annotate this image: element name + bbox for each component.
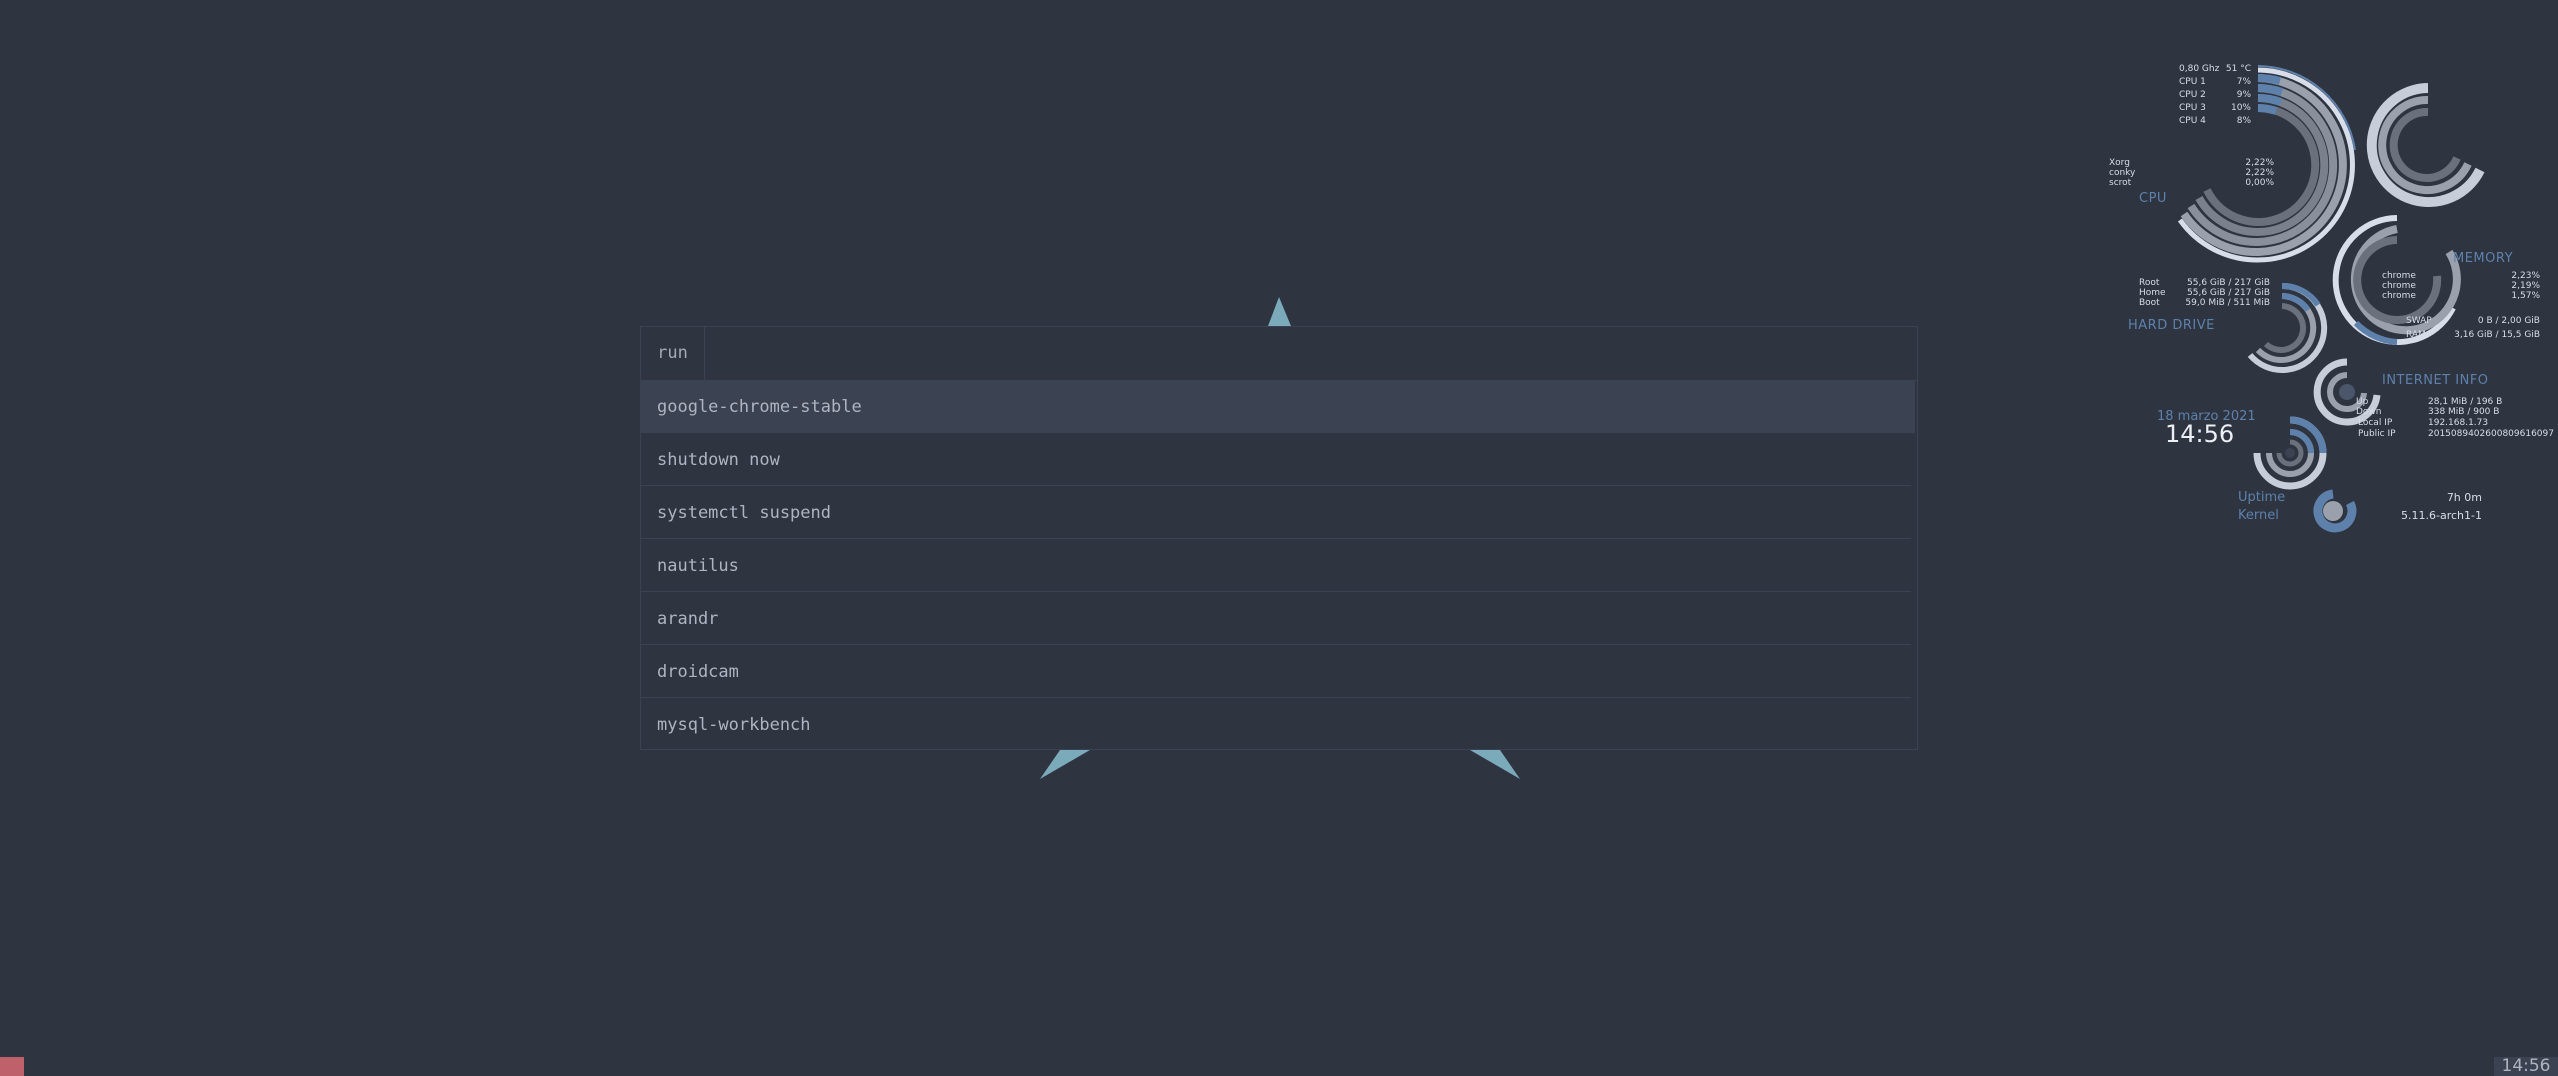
cpu-process-2-name: conky [2109, 168, 2136, 178]
disk-home-value: 55,6 GiB / 217 GiB [2187, 288, 2270, 298]
list-item-nautilus[interactable]: nautilus [641, 540, 1911, 592]
disk-boot-name: Boot [2139, 298, 2160, 308]
memory-process-1-value: 2,23% [2511, 271, 2540, 281]
list-item-mysql-workbench[interactable]: mysql-workbench [641, 699, 1911, 751]
rofi-launcher: run google-chrome-stable shutdown now sy… [640, 326, 1918, 750]
cpu-core-2-value: 9% [2236, 90, 2251, 100]
net-up-value: 28,1 MiB / 196 B [2428, 397, 2503, 407]
cpu-process-2-value: 2,22% [2245, 168, 2274, 178]
list-item-systemctl-suspend[interactable]: systemctl suspend [641, 487, 1911, 539]
cpu-process-1-value: 2,22% [2245, 158, 2274, 168]
uptime-value: 7h 0m [2446, 491, 2482, 504]
list-item-arandr[interactable]: arandr [641, 593, 1911, 645]
uptime-label: Uptime [2238, 490, 2286, 505]
memory-process-2-value: 2,19% [2511, 281, 2540, 291]
public-ip-label: Public IP [2358, 429, 2396, 439]
cpu-freq: 0,80 Ghz [2179, 64, 2220, 74]
workspace-indicator[interactable] [0, 1057, 24, 1076]
internet-heading: INTERNET INFO [2382, 373, 2489, 388]
memory-process-3-value: 1,57% [2511, 291, 2540, 301]
ram-label: RAM [2406, 330, 2426, 340]
cpu-core-4-label: CPU 4 [2179, 116, 2206, 126]
kernel-value: 5.11.6-arch1-1 [2401, 509, 2482, 522]
disk-boot-value: 59,0 MiB / 511 MiB [2185, 298, 2270, 308]
conky-rings [2177, 65, 2485, 533]
cpu-core-3-label: CPU 3 [2179, 103, 2206, 113]
logo-right-foot [1470, 750, 1520, 779]
disk-home-name: Home [2139, 288, 2166, 298]
cpu-process-3-name: scrot [2109, 178, 2132, 188]
kernel-label: Kernel [2238, 508, 2279, 523]
memory-process-2-name: chrome [2382, 281, 2416, 291]
clock-ring-center [2285, 448, 2295, 458]
public-ip-value: 2015089402600809616097 [2428, 429, 2554, 439]
logo-top-peak [1268, 297, 1291, 326]
net-down-value: 338 MiB / 900 B [2428, 407, 2500, 417]
disk-ring-inner [2263, 303, 2307, 353]
ram-value: 3,16 GiB / 15,5 GiB [2454, 330, 2540, 340]
cpu-temp: 51 °C [2225, 64, 2251, 74]
disk-root-value: 55,6 GiB / 217 GiB [2187, 278, 2270, 288]
scrollbar[interactable] [1909, 380, 1917, 750]
conky-time: 14:56 [2165, 420, 2235, 448]
local-ip-label: Local IP [2358, 418, 2393, 428]
cpu-core-4-value: 8% [2236, 116, 2251, 126]
disk-root-name: Root [2139, 278, 2160, 288]
hard-drive-heading: HARD DRIVE [2128, 318, 2215, 333]
cpu-core-1-label: CPU 1 [2179, 77, 2206, 87]
swap-label: SWAP [2406, 316, 2432, 326]
cpu-ring-core2-usage [2257, 84, 2284, 96]
cpu-process-1-name: Xorg [2109, 158, 2130, 168]
scrollbar-thumb[interactable] [1909, 380, 1915, 433]
cpu-core-1-value: 7% [2236, 77, 2251, 87]
net-ring-center [2339, 384, 2355, 400]
cpu-process-3-value: 0,00% [2245, 178, 2274, 188]
logo-left-foot [1040, 750, 1090, 779]
list-item-google-chrome-stable[interactable]: google-chrome-stable [641, 381, 1911, 433]
memory-process-3-name: chrome [2382, 291, 2416, 301]
cpu-ring-core4-usage [2257, 104, 2278, 115]
list-item-droidcam[interactable]: droidcam [641, 646, 1911, 698]
swap-ring-outer [2366, 83, 2485, 207]
uptime-ring-center [2323, 501, 2343, 521]
prompt-row: run [641, 327, 1917, 381]
net-down-label: Down [2356, 407, 2382, 417]
list-item-shutdown-now[interactable]: shutdown now [641, 434, 1911, 486]
cpu-ring-core3-usage [2257, 93, 2283, 106]
local-ip-value: 192.168.1.73 [2428, 418, 2489, 428]
cpu-heading: CPU [2139, 191, 2167, 206]
memory-process-1-name: chrome [2382, 271, 2416, 281]
swap-value: 0 B / 2,00 GiB [2477, 316, 2540, 326]
memory-heading: MEMORY [2453, 251, 2514, 266]
bar-clock: 14:56 [2494, 1057, 2558, 1076]
net-up-label: Up [2356, 397, 2369, 407]
cpu-core-3-value: 10% [2230, 103, 2251, 113]
prompt-label: run [641, 327, 705, 380]
swap-ring-inner [2389, 107, 2461, 182]
cpu-ring-core1-usage [2257, 74, 2282, 85]
search-input[interactable] [705, 327, 1917, 380]
cpu-core-2-label: CPU 2 [2179, 90, 2206, 100]
